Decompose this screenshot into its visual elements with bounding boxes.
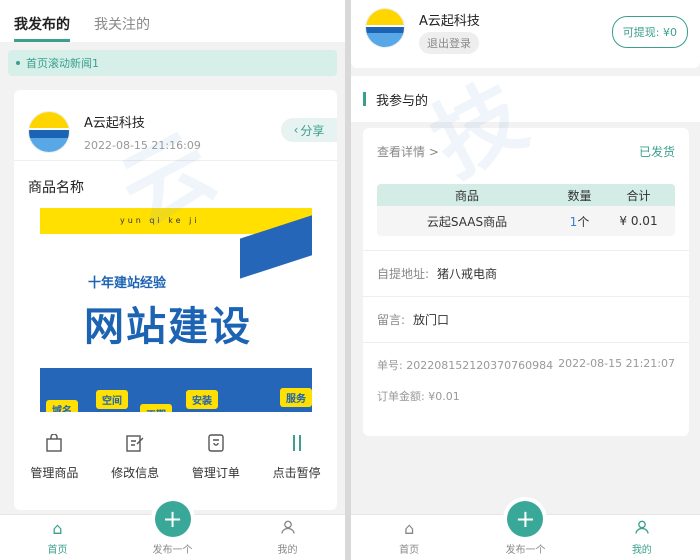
store-logo — [28, 111, 70, 153]
order-icon — [205, 432, 227, 454]
nav-home[interactable]: ⌂ 首页 — [351, 515, 467, 560]
edit-info-button[interactable]: 修改信息 — [95, 432, 176, 481]
op-label: 修改信息 — [111, 466, 160, 480]
publish-time: 2022-08-15 21:16:09 — [84, 139, 201, 152]
tab-my-published[interactable]: 我发布的 — [14, 14, 70, 42]
nav-label: 首页 — [399, 545, 420, 556]
nav-label: 发布一个 — [505, 545, 546, 556]
nav-label: 首页 — [47, 545, 68, 556]
banner-headline: 十年建站经验 — [88, 276, 167, 291]
profile-header: A云起科技 退出登录 可提现: ¥0 — [351, 0, 700, 68]
ticker-text: 首页滚动新闻1 — [26, 57, 99, 70]
order-meta: 单号: 20220815212037076098​4 2022-08-15 21… — [363, 342, 689, 380]
plus-icon: + — [507, 501, 544, 537]
goods-name-cell: 云起SAAS商品 — [426, 214, 508, 229]
user-icon — [280, 519, 295, 538]
op-label: 点击暂停 — [272, 466, 321, 480]
op-label: 管理商品 — [30, 466, 79, 480]
profile-name: A云起科技 — [419, 14, 480, 29]
banner-tag: 空间 — [96, 390, 128, 409]
plus-icon: + — [154, 501, 191, 537]
pause-button[interactable]: 点击暂停 — [256, 432, 337, 481]
total-cell: ¥ 0.01 — [619, 214, 658, 228]
edit-icon — [124, 432, 146, 454]
remark-label: 留言: — [377, 313, 406, 327]
manage-goods-button[interactable]: 管理商品 — [14, 432, 95, 481]
col-total: 合计 — [626, 188, 651, 203]
section-title: 我参与的 — [376, 93, 429, 109]
view-details-link[interactable]: 查看详情 > — [377, 143, 439, 160]
store-name: A云起科技 — [84, 116, 145, 131]
op-label: 管理订单 — [191, 466, 240, 480]
banner-main-text: 网站建设 — [84, 304, 252, 350]
bag-icon — [43, 432, 65, 454]
order-card: 查看详情 > 已发货 商品 数量 合计 云起SAAS商品 1个 ¥ 0.01 自… — [363, 128, 689, 436]
goods-title: 商品名称 — [28, 180, 84, 196]
address-label: 自提地址: — [377, 267, 430, 281]
address-row: 自提地址: 猪八戒电商 — [363, 250, 689, 296]
banner-tag: 域名 — [46, 400, 78, 412]
store-logo — [365, 8, 405, 48]
withdraw-button[interactable]: 可提现: ¥0 — [611, 16, 688, 48]
product-card: A云起科技 2022-08-15 21:16:09 ‹ 分享 商品名称 yun … — [14, 90, 337, 510]
table-header: 商品 数量 合计 — [377, 184, 675, 206]
order-number: 单号: 20220815212037076098​4 — [377, 359, 554, 372]
share-icon: ‹ — [293, 123, 299, 137]
user-icon — [635, 519, 649, 538]
order-amount: 订单金额: ¥0.01 — [377, 390, 460, 403]
qty-cell: 1个 — [557, 213, 602, 230]
nav-publish[interactable]: + 发布一个 — [115, 501, 230, 560]
table-row: 云起SAAS商品 1个 ¥ 0.01 — [377, 206, 675, 236]
section-accent-bar — [363, 92, 366, 106]
tab-my-followed[interactable]: 我关注的 — [94, 14, 150, 42]
share-button[interactable]: ‹ 分享 — [281, 118, 337, 142]
banner-en-text: yun qi ke ji — [120, 216, 200, 225]
ticker-dot-icon — [16, 61, 20, 65]
product-actions: 管理商品 修改信息 管理订单 点击暂停 — [14, 432, 337, 481]
col-qty: 数量 — [567, 188, 592, 203]
nav-label: 发布一个 — [152, 545, 193, 556]
col-goods: 商品 — [454, 188, 479, 203]
published-screen: 我发布的 我关注的 首页滚动新闻1 A云起科技 2022-08-15 21:16… — [0, 0, 345, 560]
news-ticker[interactable]: 首页滚动新闻1 — [8, 50, 337, 76]
pause-icon — [286, 432, 308, 454]
home-icon: ⌂ — [52, 519, 63, 538]
product-image[interactable]: yun qi ke ji 十年建站经验 网站建设 空间 安装 服务 域名 工期 — [40, 208, 312, 412]
nav-label: 我的 — [277, 545, 298, 556]
banner-tag: 服务 — [280, 388, 312, 407]
remark-row: 留言: 放门口 — [363, 296, 689, 342]
bottom-nav: ⌂ 首页 + 发布一个 我的 — [0, 501, 345, 560]
banner-tag: 安装 — [186, 390, 218, 409]
qty-unit: 个 — [577, 214, 590, 229]
banner-tag: 工期 — [140, 404, 172, 412]
logout-button[interactable]: 退出登录 — [419, 32, 479, 54]
nav-label: 我的 — [631, 545, 652, 556]
order-time: 2022-08-15 21:21:07 — [558, 357, 675, 370]
goods-table: 商品 数量 合计 云起SAAS商品 1个 ¥ 0.01 — [377, 184, 675, 236]
share-label: 分享 — [300, 123, 325, 138]
section-header: 我参与的 — [351, 76, 700, 122]
nav-mine[interactable]: 我的 — [230, 515, 345, 560]
home-icon: ⌂ — [404, 519, 415, 538]
remark-value: 放门口 — [413, 313, 450, 327]
manage-orders-button[interactable]: 管理订单 — [176, 432, 257, 481]
order-status: 已发货 — [638, 145, 675, 159]
tab-bar: 我发布的 我关注的 — [0, 0, 345, 42]
bottom-nav: ⌂ 首页 + 发布一个 我的 — [351, 501, 700, 560]
order-header: 查看详情 > 已发货 — [363, 128, 689, 160]
address-value: 猪八戒电商 — [437, 267, 498, 281]
nav-mine[interactable]: 我的 — [584, 515, 700, 560]
nav-home[interactable]: ⌂ 首页 — [0, 515, 115, 560]
my-participation-screen: A云起科技 退出登录 可提现: ¥0 我参与的 查看详情 > 已发货 商品 数量… — [351, 0, 700, 560]
nav-publish[interactable]: + 发布一个 — [467, 501, 583, 560]
